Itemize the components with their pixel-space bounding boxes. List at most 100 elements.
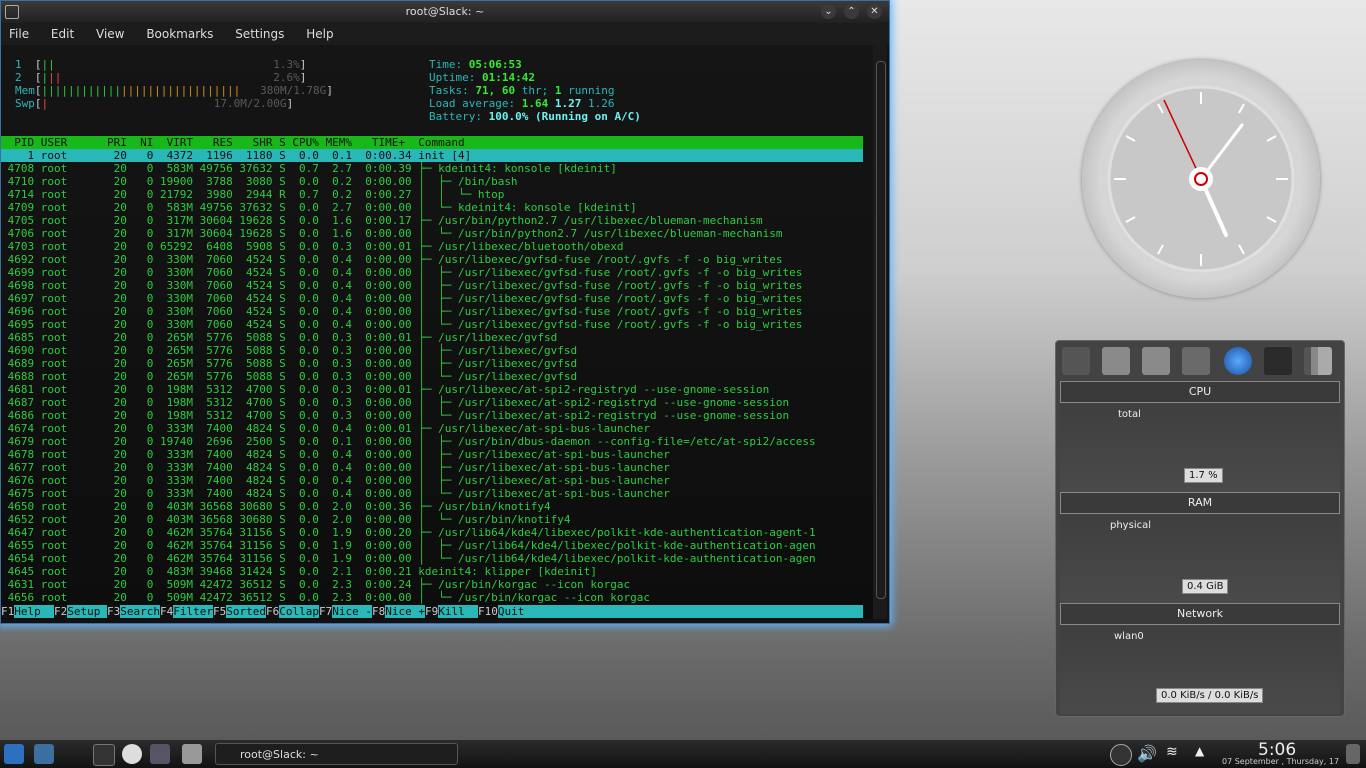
table-row[interactable]: 4686 root 20 0 198M 5312 4700 S 0.0 0.3 … — [1, 409, 789, 422]
table-row[interactable]: 4681 root 20 0 198M 5312 4700 S 0.0 0.3 … — [1, 383, 770, 396]
ram-header[interactable]: RAM — [1060, 492, 1340, 514]
menu-bar: File Edit View Bookmarks Settings Help — [1, 23, 889, 45]
table-row[interactable]: 4697 root 20 0 330M 7060 4524 S 0.0 0.4 … — [1, 292, 803, 305]
tray-expand-icon[interactable]: ▲ — [1195, 744, 1215, 764]
table-row[interactable]: 4690 root 20 0 265M 5776 5088 S 0.0 0.3 … — [1, 344, 578, 357]
fkey-label[interactable]: Quit — [498, 605, 538, 618]
table-row[interactable]: 4650 root 20 0 403M 36568 30680 S 0.0 2.… — [1, 500, 551, 513]
table-row[interactable]: 4647 root 20 0 462M 35764 31156 S 0.0 1.… — [1, 526, 816, 539]
fkey-label[interactable]: Help — [14, 605, 54, 618]
signal-bars-icon[interactable] — [1304, 347, 1332, 375]
table-row[interactable]: 4631 root 20 0 509M 42472 36512 S 0.0 2.… — [1, 578, 631, 591]
menu-settings[interactable]: Settings — [235, 27, 284, 41]
table-row[interactable]: 4679 root 20 0 19740 2696 2500 S 0.0 0.1… — [1, 435, 816, 448]
table-row[interactable]: 4654 root 20 0 462M 35764 31156 S 0.0 1.… — [1, 552, 816, 565]
table-row[interactable]: 4645 root 20 0 483M 39468 31424 S 0.0 2.… — [1, 565, 597, 578]
network-launcher-icon[interactable] — [150, 744, 170, 764]
maximize-button[interactable]: ⌃ — [844, 4, 859, 19]
terminal-launcher-icon[interactable] — [93, 744, 115, 766]
close-button[interactable]: ✕ — [867, 4, 882, 19]
menu-bookmarks[interactable]: Bookmarks — [146, 27, 213, 41]
table-row[interactable]: 4709 root 20 0 583M 49756 37632 S 0.0 2.… — [1, 201, 637, 214]
swap-meter: Swp[| 17.0M/2.00G] — [15, 97, 294, 110]
kde-menu-icon[interactable] — [4, 744, 24, 764]
drive-icon-2[interactable] — [1142, 347, 1170, 375]
hdd-icon[interactable] — [1062, 347, 1090, 375]
table-row[interactable]: 4689 root 20 0 265M 5776 5088 S 0.0 0.3 … — [1, 357, 578, 370]
table-row[interactable]: 4677 root 20 0 333M 7400 4824 S 0.0 0.4 … — [1, 461, 670, 474]
scrollbar-thumb[interactable] — [876, 61, 886, 599]
table-row[interactable]: 4674 root 20 0 333M 7400 4824 S 0.0 0.4 … — [1, 422, 650, 435]
volume-icon[interactable]: 🔊 — [1137, 744, 1157, 764]
fkey-label[interactable]: Nice + — [385, 605, 425, 618]
table-row[interactable]: 4655 root 20 0 462M 35764 31156 S 0.0 1.… — [1, 539, 816, 552]
fkey-f1[interactable]: F1 — [1, 605, 15, 618]
table-row[interactable]: 4708 root 20 0 583M 49756 37632 S 0.7 2.… — [1, 162, 617, 175]
menu-edit[interactable]: Edit — [51, 27, 74, 41]
fkey-f6[interactable]: F6 — [266, 605, 280, 618]
table-row[interactable]: 4692 root 20 0 330M 7060 4524 S 0.0 0.4 … — [1, 253, 783, 266]
fkey-label[interactable]: Nice - — [332, 605, 372, 618]
table-row[interactable]: 1 root 20 0 4372 1196 1180 S 0.0 0.1 0:0… — [1, 149, 863, 162]
fkey-f10[interactable]: F10 — [478, 605, 498, 618]
clock-face — [1107, 85, 1295, 273]
table-row[interactable]: 4687 root 20 0 198M 5312 4700 S 0.0 0.3 … — [1, 396, 789, 409]
hardware-icon[interactable] — [1182, 347, 1210, 375]
table-row[interactable]: 4695 root 20 0 330M 7060 4524 S 0.0 0.4 … — [1, 318, 803, 331]
table-row[interactable]: 4678 root 20 0 333M 7400 4824 S 0.0 0.4 … — [1, 448, 670, 461]
menu-file[interactable]: File — [9, 27, 29, 41]
table-row[interactable]: 4703 root 20 0 65292 6408 5908 S 0.0 0.3… — [1, 240, 624, 253]
konsole-window[interactable]: root@Slack: ~ ⌄ ⌃ ✕ File Edit View Bookm… — [0, 0, 890, 624]
fkey-label[interactable]: Kill — [438, 605, 478, 618]
drive-icon[interactable] — [1102, 347, 1130, 375]
fkey-f7[interactable]: F7 — [319, 605, 333, 618]
menu-view[interactable]: View — [96, 27, 124, 41]
title-bar[interactable]: root@Slack: ~ ⌄ ⌃ ✕ — [1, 1, 889, 23]
menu-help[interactable]: Help — [306, 27, 333, 41]
fkey-f3[interactable]: F3 — [107, 605, 121, 618]
show-desktop-icon[interactable] — [1346, 744, 1360, 764]
scrollbar[interactable] — [873, 45, 887, 619]
cpu-header[interactable]: CPU — [1060, 381, 1340, 403]
table-row[interactable]: 4676 root 20 0 333M 7400 4824 S 0.0 0.4 … — [1, 474, 670, 487]
info-icon[interactable] — [1110, 744, 1132, 766]
network-value: 0.0 KiB/s / 0.0 KiB/s — [1156, 688, 1264, 703]
network-globe-icon[interactable] — [1224, 347, 1252, 375]
wifi-icon[interactable]: ≋ — [1166, 744, 1186, 764]
table-row[interactable]: 4696 root 20 0 330M 7060 4524 S 0.0 0.4 … — [1, 305, 803, 318]
table-row[interactable]: 4698 root 20 0 330M 7060 4524 S 0.0 0.4 … — [1, 279, 803, 292]
fkey-f4[interactable]: F4 — [160, 605, 174, 618]
table-row[interactable]: 4688 root 20 0 265M 5776 5088 S 0.0 0.3 … — [1, 370, 578, 383]
fkey-f9[interactable]: F9 — [425, 605, 439, 618]
table-row[interactable]: 4710 root 20 0 19900 3788 3080 S 0.0 0.2… — [1, 175, 518, 188]
network-header[interactable]: Network — [1060, 603, 1340, 625]
fkey-label[interactable]: Filter — [173, 605, 213, 618]
task-konsole[interactable]: root@Slack: ~ — [215, 743, 458, 765]
table-row[interactable]: 4652 root 20 0 403M 36568 30680 S 0.0 2.… — [1, 513, 571, 526]
fkey-label[interactable]: Setup — [67, 605, 107, 618]
opera-icon[interactable] — [122, 744, 142, 764]
clock-date[interactable]: 07 September , Thursday, 17 — [1222, 757, 1339, 766]
system-monitor-widget[interactable]: CPU total 1.7 % RAM physical 0.4 GiB Net… — [1055, 340, 1345, 717]
fkey-f5[interactable]: F5 — [213, 605, 227, 618]
ram-label: physical — [1110, 520, 1151, 531]
fkey-f2[interactable]: F2 — [54, 605, 68, 618]
chevron-down-icon[interactable]: ⌄ — [821, 4, 836, 19]
fkey-label[interactable]: Search — [120, 605, 160, 618]
table-row[interactable]: 4714 root 20 0 21792 3980 2944 R 0.7 0.2… — [1, 188, 505, 201]
fkey-label[interactable]: Sorted — [226, 605, 266, 618]
table-row[interactable]: 4675 root 20 0 333M 7400 4824 S 0.0 0.4 … — [1, 487, 670, 500]
analog-clock — [1082, 60, 1320, 298]
table-row[interactable]: 4656 root 20 0 509M 42472 36512 S 0.0 2.… — [1, 591, 650, 604]
fkey-f8[interactable]: F8 — [372, 605, 386, 618]
settings-launcher-icon[interactable] — [182, 744, 202, 764]
table-row[interactable]: 4706 root 20 0 317M 30604 19628 S 0.0 1.… — [1, 227, 783, 240]
table-header[interactable]: PID USER PRI NI VIRT RES SHR S CPU% MEM%… — [1, 136, 863, 149]
table-row[interactable]: 4685 root 20 0 265M 5776 5088 S 0.0 0.3 … — [1, 331, 558, 344]
cpu-chip-icon[interactable] — [1264, 347, 1292, 375]
table-row[interactable]: 4705 root 20 0 317M 30604 19628 S 0.0 1.… — [1, 214, 763, 227]
fkey-label[interactable]: Collap — [279, 605, 319, 618]
notes-icon[interactable] — [34, 744, 54, 764]
terminal-area[interactable]: 1 [|| 1.3%] 2 [||| 2.6%] Mem[|||||||||||… — [1, 45, 873, 619]
table-row[interactable]: 4699 root 20 0 330M 7060 4524 S 0.0 0.4 … — [1, 266, 803, 279]
